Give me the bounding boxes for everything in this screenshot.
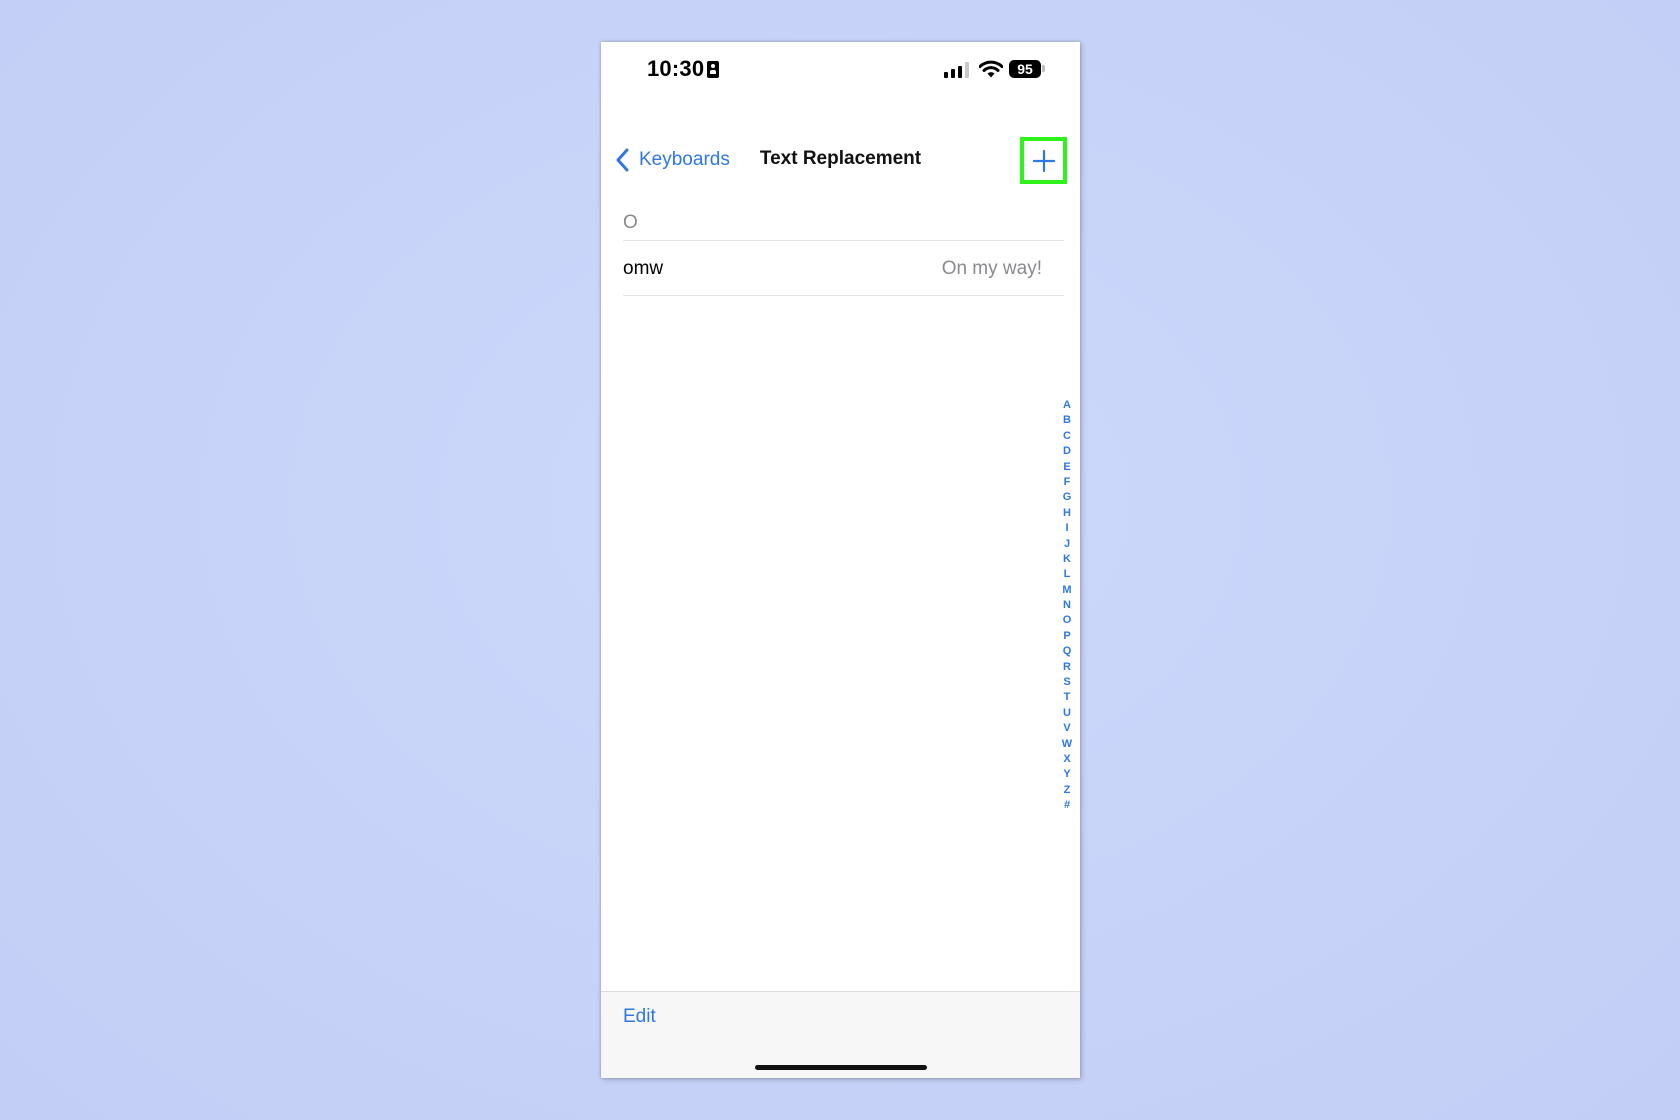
index-letter[interactable]: Y [1063, 767, 1070, 782]
section-divider [623, 240, 1064, 241]
index-letter[interactable]: P [1063, 629, 1070, 644]
row-divider [623, 295, 1064, 296]
bottom-toolbar: Edit [601, 991, 1080, 1078]
index-letter[interactable]: O [1063, 613, 1072, 628]
index-letter[interactable]: D [1063, 444, 1071, 459]
index-letter[interactable]: I [1065, 521, 1068, 536]
index-letter[interactable]: T [1064, 690, 1071, 705]
index-letter[interactable]: E [1063, 460, 1070, 475]
focus-id-icon [707, 61, 719, 78]
battery-icon: 95 [1009, 60, 1041, 78]
cellular-signal-icon [944, 62, 972, 78]
table-row[interactable]: omw On my way! [623, 242, 1042, 295]
add-button[interactable] [1020, 137, 1067, 184]
index-letter[interactable]: # [1064, 798, 1070, 813]
index-letter[interactable]: J [1064, 537, 1070, 552]
index-letter[interactable]: N [1063, 598, 1071, 613]
row-shortcut: omw [623, 257, 664, 279]
phone-screen: 10:30 95 Keyboards Text Replacement O om… [601, 42, 1080, 1078]
index-letter[interactable]: V [1063, 721, 1070, 736]
index-letter[interactable]: S [1063, 675, 1070, 690]
index-letter[interactable]: X [1063, 752, 1070, 767]
index-letter[interactable]: K [1063, 552, 1071, 567]
index-letter[interactable]: M [1062, 583, 1071, 598]
section-index[interactable]: A B C D E F G H I J K L M N O P Q R S T … [1060, 398, 1074, 814]
home-indicator[interactable] [755, 1065, 927, 1070]
page-title: Text Replacement [759, 148, 922, 169]
index-letter[interactable]: U [1063, 706, 1071, 721]
index-letter[interactable]: C [1063, 429, 1071, 444]
wifi-icon [979, 60, 1003, 78]
index-letter[interactable]: Z [1064, 783, 1071, 798]
index-letter[interactable]: G [1063, 490, 1072, 505]
status-time: 10:30 [647, 56, 705, 81]
index-letter[interactable]: A [1063, 398, 1071, 413]
battery-nub [1042, 65, 1045, 72]
row-phrase: On my way! [941, 257, 1042, 279]
index-letter[interactable]: R [1063, 660, 1071, 675]
index-letter[interactable]: W [1062, 737, 1072, 752]
index-letter[interactable]: F [1064, 475, 1071, 490]
section-header: O [623, 212, 638, 233]
index-letter[interactable]: Q [1063, 644, 1072, 659]
plus-icon [1032, 149, 1055, 172]
index-letter[interactable]: B [1063, 413, 1071, 428]
index-letter[interactable]: L [1064, 567, 1071, 582]
edit-button[interactable]: Edit [623, 1006, 656, 1028]
index-letter[interactable]: H [1063, 506, 1071, 521]
